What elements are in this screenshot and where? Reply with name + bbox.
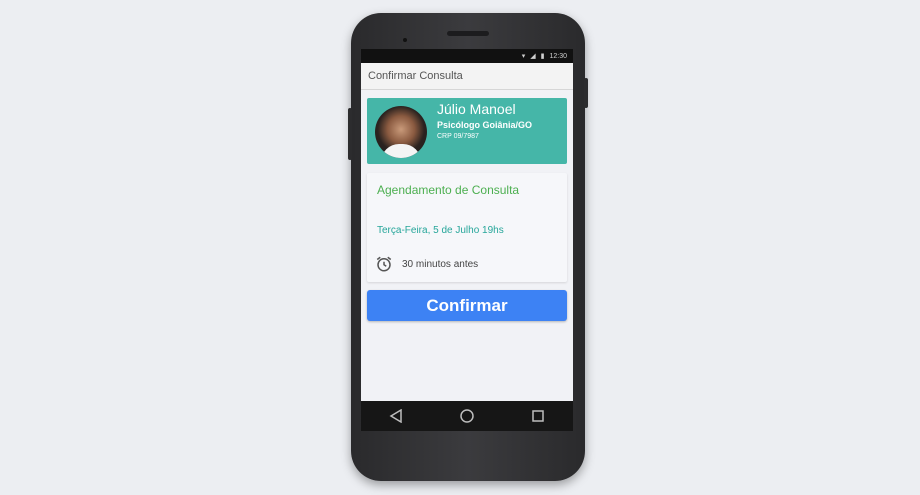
phone-screen: ▾ ◢ ▮ 12:30 Confirmar Consulta Júlio Man… <box>361 49 573 401</box>
alarm-clock-icon <box>376 256 392 272</box>
main-content: Júlio Manoel Psicólogo Goiânia/GO CRP 09… <box>361 90 573 401</box>
android-nav-bar <box>361 401 573 431</box>
avatar-shirt <box>381 144 421 158</box>
appointment-title: Agendamento de Consulta <box>377 183 520 197</box>
appointment-date: Terça-Feira, 5 de Julho 19hs <box>377 225 504 236</box>
wifi-icon: ▾ <box>521 53 526 60</box>
avatar <box>375 106 427 158</box>
recents-icon[interactable] <box>526 404 550 428</box>
confirm-button[interactable]: Confirmar <box>367 290 567 321</box>
battery-icon: ▮ <box>540 53 545 60</box>
page-title: Confirmar Consulta <box>368 70 463 82</box>
volume-button <box>348 108 352 160</box>
app-bar: Confirmar Consulta <box>361 63 573 90</box>
phone-frame: ▾ ◢ ▮ 12:30 Confirmar Consulta Júlio Man… <box>348 13 588 481</box>
appointment-card: Agendamento de Consulta Terça-Feira, 5 d… <box>367 173 567 282</box>
signal-icon: ◢ <box>530 53 536 60</box>
status-bar: ▾ ◢ ▮ 12:30 <box>361 49 573 63</box>
doctor-registration: CRP 09/7987 <box>437 133 479 140</box>
doctor-profile-card: Júlio Manoel Psicólogo Goiânia/GO CRP 09… <box>367 98 567 164</box>
earpiece-speaker <box>447 31 489 36</box>
status-time: 12:30 <box>549 52 567 60</box>
home-icon[interactable] <box>455 404 479 428</box>
back-icon[interactable] <box>384 404 408 428</box>
doctor-specialty: Psicólogo Goiânia/GO <box>437 120 533 130</box>
reminder-text: 30 minutos antes <box>402 259 479 270</box>
doctor-name: Júlio Manoel <box>437 101 516 117</box>
power-button <box>584 78 588 108</box>
front-camera <box>403 38 407 42</box>
